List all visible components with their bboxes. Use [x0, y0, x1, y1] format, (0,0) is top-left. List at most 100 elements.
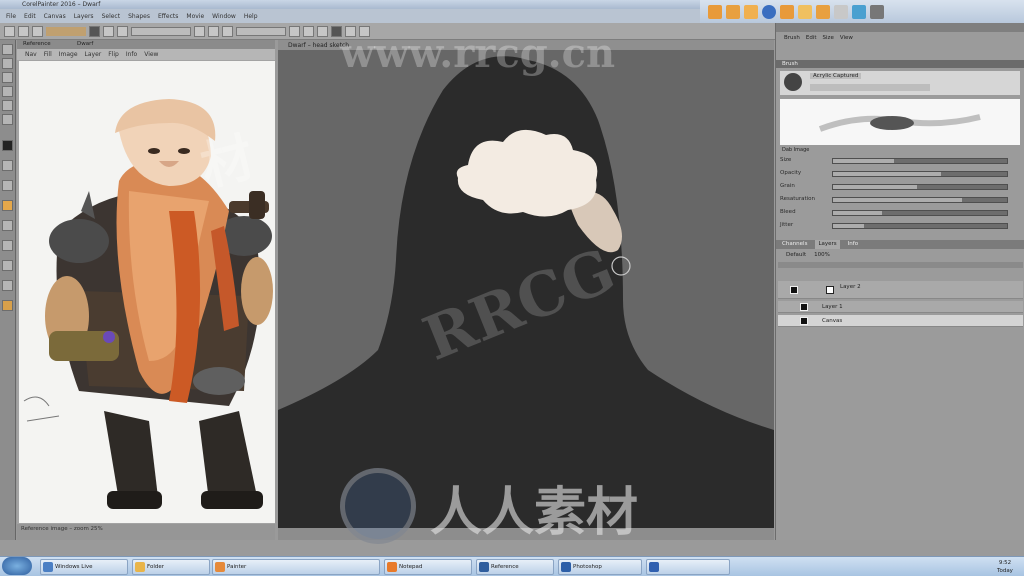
menu-layers[interactable]: Layers: [70, 13, 98, 20]
slider-track[interactable]: [832, 210, 1008, 216]
brush-tool-icon[interactable]: [4, 25, 15, 37]
dropper-tool-icon[interactable]: [2, 58, 13, 69]
pen-icon[interactable]: [834, 4, 848, 19]
tool-option-icon[interactable]: [208, 25, 219, 37]
folder-icon[interactable]: [798, 4, 812, 19]
tool-option-icon[interactable]: [117, 25, 128, 37]
ref-menu-item[interactable]: View: [144, 51, 158, 58]
canvas-tab[interactable]: Dwarf – head sketch: [288, 42, 349, 49]
slider-track[interactable]: [832, 158, 1008, 164]
menu-select[interactable]: Select: [98, 13, 125, 20]
brush-icon[interactable]: [870, 4, 884, 19]
slider-label: Size: [780, 157, 792, 163]
pen-tool-icon[interactable]: [2, 140, 13, 151]
folder-icon[interactable]: [780, 4, 794, 19]
slider-track[interactable]: [832, 171, 1008, 177]
ref-menu-item[interactable]: Fill: [44, 51, 52, 58]
tool-option-icon[interactable]: [89, 25, 100, 37]
tool-option-icon[interactable]: [317, 25, 328, 37]
cone-tool-icon[interactable]: [2, 200, 13, 211]
tool-option-icon[interactable]: [345, 25, 356, 37]
reference-status-text: Reference image – zoom 25%: [21, 526, 103, 532]
brush-category-field[interactable]: [810, 84, 930, 91]
folder-icon[interactable]: [726, 4, 740, 19]
shape-tool-icon[interactable]: [2, 160, 13, 171]
info-tab[interactable]: Info: [848, 240, 858, 249]
app-icon[interactable]: [762, 4, 776, 19]
taskbar-button[interactable]: Reference: [476, 559, 554, 575]
ref-menu-item[interactable]: Info: [126, 51, 137, 58]
tool-option-icon[interactable]: [303, 25, 314, 37]
color-tool-icon[interactable]: [2, 300, 13, 311]
brush-variant-name[interactable]: Acrylic Captured: [810, 73, 862, 79]
slider-track[interactable]: [832, 184, 1008, 190]
folder-icon[interactable]: [708, 4, 722, 19]
slider-track[interactable]: [832, 197, 1008, 203]
tool-option-icon[interactable]: [331, 25, 342, 37]
menu-canvas[interactable]: Canvas: [40, 13, 70, 20]
canvas-artwork: [278, 50, 774, 528]
size-field[interactable]: [131, 26, 191, 36]
opacity-field[interactable]: [236, 26, 286, 36]
folder-icon[interactable]: [816, 4, 830, 19]
folder-icon: [135, 562, 145, 572]
layers-tab[interactable]: Layers: [815, 240, 840, 249]
tool-option-icon[interactable]: [103, 25, 114, 37]
ref-menu-item[interactable]: Image: [59, 51, 78, 58]
ref-menu-item[interactable]: Nav: [25, 51, 37, 58]
brush-preset-field[interactable]: [46, 26, 86, 36]
panel-menu-item[interactable]: Edit: [806, 35, 817, 44]
menu-effects[interactable]: Effects: [154, 13, 182, 20]
taskbar-button[interactable]: [646, 559, 730, 575]
lasso-tool-icon[interactable]: [2, 100, 13, 111]
taskbar-button[interactable]: Windows Live: [40, 559, 128, 575]
panel-menu-item[interactable]: View: [840, 35, 853, 44]
slider-track[interactable]: [832, 223, 1008, 229]
tool-option-icon[interactable]: [359, 25, 370, 37]
rotate-tool-icon[interactable]: [2, 280, 13, 291]
text-tool-icon[interactable]: [2, 180, 13, 191]
painting-canvas[interactable]: [278, 50, 774, 528]
crop-tool-icon[interactable]: [2, 220, 13, 231]
panel-menu-item[interactable]: Brush: [784, 35, 800, 44]
selection-tool-icon[interactable]: [2, 114, 13, 125]
tool-option-icon[interactable]: [18, 25, 29, 37]
tool-option-icon[interactable]: [194, 25, 205, 37]
fill-tool-icon[interactable]: [2, 72, 13, 83]
menu-shapes[interactable]: Shapes: [124, 13, 154, 20]
mirror-tool-icon[interactable]: [2, 240, 13, 251]
eraser-tool-icon[interactable]: [2, 86, 13, 97]
channels-tab[interactable]: Channels: [782, 240, 807, 249]
layer-opacity[interactable]: 100%: [814, 251, 830, 260]
start-button[interactable]: [2, 557, 32, 575]
menu-file[interactable]: File: [2, 13, 20, 20]
taskbar-button[interactable]: Folder: [132, 559, 210, 575]
recycle-icon[interactable]: [852, 4, 866, 19]
ref-menu-item[interactable]: Layer: [85, 51, 102, 58]
folder-icon[interactable]: [744, 4, 758, 19]
ref-menu-item[interactable]: Flip: [108, 51, 119, 58]
layer-row[interactable]: Layer 2: [778, 281, 1023, 299]
dwarf-tab[interactable]: Dwarf: [77, 41, 93, 47]
taskbar-button[interactable]: Photoshop: [558, 559, 642, 575]
layer-row-selected[interactable]: Canvas: [778, 315, 1023, 327]
tool-option-icon[interactable]: [32, 25, 43, 37]
menu-help[interactable]: Help: [240, 13, 262, 20]
taskbar-button[interactable]: Painter: [212, 559, 380, 575]
composite-method[interactable]: Default: [786, 251, 806, 260]
system-clock[interactable]: 9:52 Today: [990, 559, 1020, 575]
taskbar-label: Painter: [227, 564, 247, 570]
menu-edit[interactable]: Edit: [20, 13, 40, 20]
tool-option-icon[interactable]: [222, 25, 233, 37]
grabber-tool-icon[interactable]: [2, 260, 13, 271]
layer-thumbnail: [800, 317, 808, 325]
menu-movie[interactable]: Movie: [182, 13, 208, 20]
panel-menu-item[interactable]: Size: [823, 35, 834, 44]
brush-tool-icon[interactable]: [2, 44, 13, 55]
tool-option-icon[interactable]: [289, 25, 300, 37]
reference-tab[interactable]: Reference: [23, 41, 51, 47]
layer-row[interactable]: Layer 1: [778, 301, 1023, 313]
brush-selector[interactable]: Acrylic Captured: [780, 71, 1020, 95]
taskbar-button[interactable]: Notepad: [384, 559, 472, 575]
menu-window[interactable]: Window: [208, 13, 240, 20]
